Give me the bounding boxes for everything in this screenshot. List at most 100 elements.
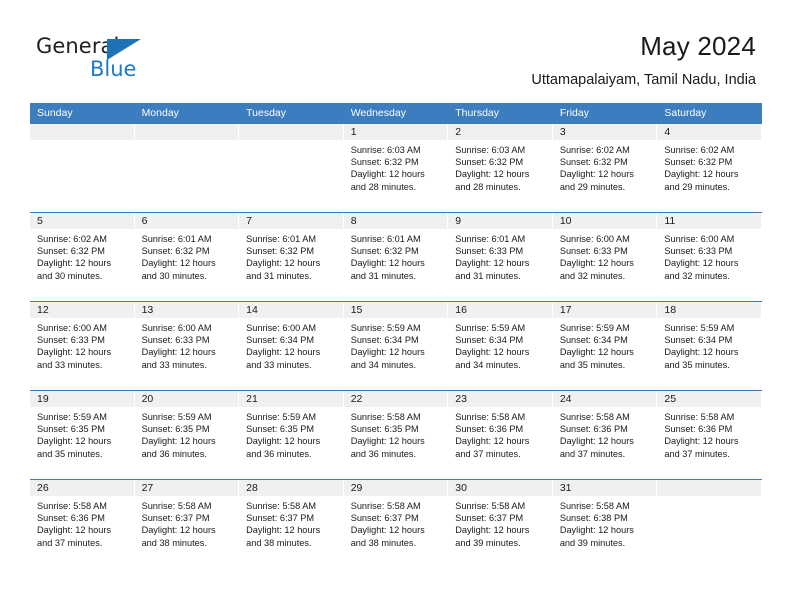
calendar-day-cell[interactable]: 15 Sunrise: 5:59 AM Sunset: 6:34 PM Dayligh… [343,302,449,390]
daylight-duration-line2: and 37 minutes. [559,448,626,459]
brand-name-blue: Blue [90,57,137,81]
day-details: Sunrise: 5:59 AM Sunset: 6:34 PM Daylight:… [657,318,761,371]
page-header: General Blue May 2024 Uttamapalaiyam, Ta… [0,0,792,100]
day-number [30,124,134,140]
day-details: Sunrise: 6:01 AM Sunset: 6:32 PM Daylight:… [135,229,239,282]
daylight-duration-line1: Daylight: 12 hours [664,258,739,269]
calendar-week-row: 26 Sunrise: 5:58 AM Sunset: 6:36 PM Dayligh… [30,479,762,568]
day-number: 26 [30,480,134,496]
daylight-duration-line2: and 33 minutes. [141,359,207,370]
day-details: Sunrise: 5:58 AM Sunset: 6:37 PM Daylight:… [135,496,239,549]
daylight-duration-line1: Daylight: 12 hours [559,258,634,269]
calendar-day-cell[interactable]: 10 Sunrise: 6:00 AM Sunset: 6:33 PM Dayligh… [552,213,658,301]
calendar-day-cell[interactable]: 31 Sunrise: 5:58 AM Sunset: 6:38 PM Dayligh… [552,480,658,568]
calendar-day-cell[interactable]: 28 Sunrise: 5:58 AM Sunset: 6:37 PM Dayligh… [239,480,344,568]
sunset-time: Sunset: 6:34 PM [455,335,524,346]
calendar-day-cell[interactable]: 8 Sunrise: 6:01 AM Sunset: 6:32 PM Daylight… [343,213,449,301]
day-details: Sunrise: 6:02 AM Sunset: 6:32 PM Daylight:… [553,140,657,193]
day-details: Sunrise: 6:00 AM Sunset: 6:34 PM Daylight:… [239,318,343,371]
calendar-day-cell[interactable]: 14 Sunrise: 6:00 AM Sunset: 6:34 PM Dayligh… [239,302,344,390]
sunrise-time: Sunrise: 5:58 AM [350,501,421,511]
sunrise-time: Sunrise: 6:01 AM [246,234,317,244]
day-details: Sunrise: 6:00 AM Sunset: 6:33 PM Daylight:… [657,229,761,282]
sunset-time: Sunset: 6:32 PM [350,157,419,168]
calendar-day-cell[interactable]: 1 Sunrise: 6:03 AM Sunset: 6:32 PM Daylight… [343,124,449,212]
calendar-day-cell[interactable]: 30 Sunrise: 5:58 AM Sunset: 6:37 PM Dayligh… [448,480,553,568]
calendar-day-cell-empty [657,480,762,568]
day-details: Sunrise: 5:59 AM Sunset: 6:34 PM Daylight:… [553,318,657,371]
calendar-day-cell[interactable]: 9 Sunrise: 6:01 AM Sunset: 6:33 PM Daylight… [448,213,553,301]
daylight-duration-line2: and 30 minutes. [141,270,207,281]
daylight-duration-line2: and 38 minutes. [246,537,312,548]
calendar-day-cell[interactable]: 19 Sunrise: 5:59 AM Sunset: 6:35 PM Dayligh… [30,391,135,479]
sunset-time: Sunset: 6:35 PM [37,424,105,435]
day-number: 21 [239,391,343,407]
calendar-day-cell[interactable]: 3 Sunrise: 6:02 AM Sunset: 6:32 PM Daylight… [552,124,658,212]
sunrise-time: Sunrise: 6:00 AM [37,323,107,333]
calendar-page: General Blue May 2024 Uttamapalaiyam, Ta… [0,0,792,612]
weekday-header-thursday: Thursday [455,107,500,119]
day-details: Sunrise: 5:59 AM Sunset: 6:35 PM Daylight:… [30,407,134,460]
calendar-day-cell[interactable]: 20 Sunrise: 5:59 AM Sunset: 6:35 PM Dayligh… [134,391,240,479]
weekday-header-monday: Monday [141,107,179,119]
calendar-day-cell-empty [30,124,135,212]
calendar-day-cell[interactable]: 26 Sunrise: 5:58 AM Sunset: 6:36 PM Dayligh… [30,480,135,568]
calendar-day-cell[interactable]: 25 Sunrise: 5:58 AM Sunset: 6:36 PM Dayligh… [657,391,762,479]
day-number: 14 [239,302,343,318]
daylight-duration-line2: and 37 minutes. [455,448,521,459]
day-details: Sunrise: 6:02 AM Sunset: 6:32 PM Daylight:… [657,140,761,193]
calendar-day-cell[interactable]: 4 Sunrise: 6:02 AM Sunset: 6:32 PM Daylight… [657,124,762,212]
sunset-time: Sunset: 6:32 PM [37,246,105,257]
daylight-duration-line2: and 31 minutes. [350,270,417,281]
calendar-day-cell[interactable]: 21 Sunrise: 5:59 AM Sunset: 6:35 PM Dayligh… [239,391,344,479]
daylight-duration-line1: Daylight: 12 hours [455,436,530,447]
daylight-duration-line2: and 31 minutes. [455,270,521,281]
calendar-week-row: 12 Sunrise: 6:00 AM Sunset: 6:33 PM Dayligh… [30,301,762,390]
calendar-day-cell[interactable]: 5 Sunrise: 6:02 AM Sunset: 6:32 PM Daylight… [30,213,135,301]
sunset-time: Sunset: 6:32 PM [141,246,210,257]
weekday-header-wednesday: Wednesday [350,107,406,119]
daylight-duration-line1: Daylight: 12 hours [350,436,425,447]
calendar-day-cell[interactable]: 2 Sunrise: 6:03 AM Sunset: 6:32 PM Daylight… [448,124,553,212]
day-details: Sunrise: 5:58 AM Sunset: 6:35 PM Daylight:… [344,407,448,460]
daylight-duration-line2: and 37 minutes. [37,537,103,548]
calendar-day-cell[interactable]: 17 Sunrise: 5:59 AM Sunset: 6:34 PM Dayligh… [552,302,658,390]
calendar-day-cell[interactable]: 12 Sunrise: 6:00 AM Sunset: 6:33 PM Dayligh… [30,302,135,390]
calendar-day-cell[interactable]: 24 Sunrise: 5:58 AM Sunset: 6:36 PM Dayligh… [552,391,658,479]
day-number: 17 [552,302,657,318]
sunset-time: Sunset: 6:35 PM [141,424,210,435]
daylight-duration-line2: and 36 minutes. [350,448,417,459]
sunset-time: Sunset: 6:37 PM [246,513,315,524]
calendar-day-cell[interactable]: 7 Sunrise: 6:01 AM Sunset: 6:32 PM Daylight… [239,213,344,301]
calendar-day-cell[interactable]: 18 Sunrise: 5:59 AM Sunset: 6:34 PM Dayligh… [657,302,762,390]
calendar-day-cell[interactable]: 13 Sunrise: 6:00 AM Sunset: 6:33 PM Dayligh… [134,302,240,390]
day-number: 27 [134,480,239,496]
daylight-duration-line1: Daylight: 12 hours [664,347,739,358]
calendar-day-cell[interactable]: 27 Sunrise: 5:58 AM Sunset: 6:37 PM Dayligh… [134,480,240,568]
brand-logo[interactable]: General Blue [36,36,216,88]
sunrise-time: Sunrise: 6:01 AM [455,234,526,244]
day-details: Sunrise: 5:58 AM Sunset: 6:36 PM Daylight:… [30,496,134,549]
day-number: 16 [448,302,552,318]
calendar-day-cell[interactable]: 6 Sunrise: 6:01 AM Sunset: 6:32 PM Daylight… [134,213,240,301]
day-number: 24 [552,391,657,407]
day-details: Sunrise: 5:58 AM Sunset: 6:37 PM Daylight:… [448,496,552,549]
calendar-week-row: 5 Sunrise: 6:02 AM Sunset: 6:32 PM Daylight… [30,212,762,301]
day-number: 9 [448,213,552,229]
calendar-day-cell[interactable]: 23 Sunrise: 5:58 AM Sunset: 6:36 PM Dayligh… [448,391,553,479]
day-number [657,480,761,496]
calendar-day-cell[interactable]: 16 Sunrise: 5:59 AM Sunset: 6:34 PM Dayligh… [448,302,553,390]
calendar-day-cell[interactable]: 29 Sunrise: 5:58 AM Sunset: 6:37 PM Dayligh… [343,480,449,568]
day-number [239,124,343,140]
sunrise-time: Sunrise: 5:58 AM [664,412,735,422]
sunset-time: Sunset: 6:32 PM [559,157,628,168]
calendar-day-cell[interactable]: 22 Sunrise: 5:58 AM Sunset: 6:35 PM Dayligh… [343,391,449,479]
daylight-duration-line2: and 29 minutes. [664,181,730,192]
sunrise-time: Sunrise: 5:58 AM [246,501,317,511]
daylight-duration-line2: and 34 minutes. [350,359,417,370]
weekday-header-row: Sunday Monday Tuesday Wednesday Thursday… [30,103,762,124]
day-details: Sunrise: 5:58 AM Sunset: 6:38 PM Daylight:… [553,496,657,549]
sunrise-time: Sunrise: 5:59 AM [559,323,630,333]
daylight-duration-line1: Daylight: 12 hours [246,258,321,269]
calendar-day-cell[interactable]: 11 Sunrise: 6:00 AM Sunset: 6:33 PM Dayligh… [657,213,762,301]
